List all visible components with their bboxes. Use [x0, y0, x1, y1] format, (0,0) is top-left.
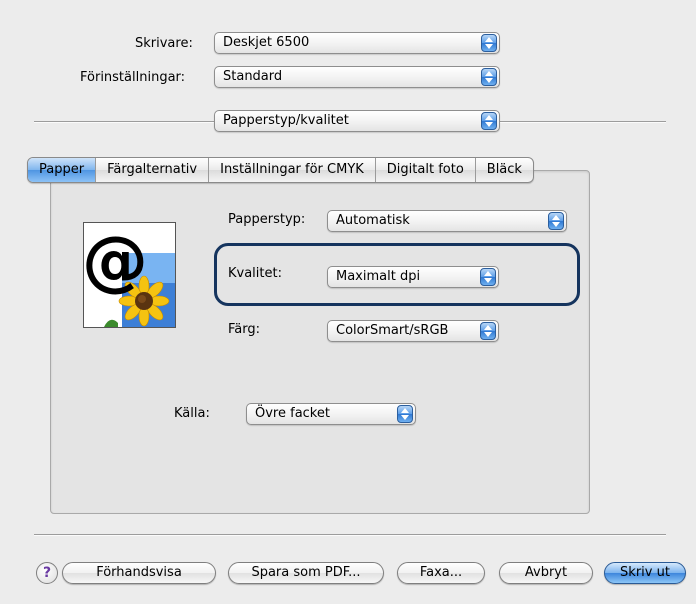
print-button[interactable]: Skriv ut: [604, 562, 686, 584]
pane-select[interactable]: Papperstyp/kvalitet: [214, 110, 500, 132]
paper-type-value: Automatisk: [336, 213, 410, 228]
quality-label: Kvalitet:: [228, 266, 282, 281]
updown-arrows-icon: [481, 68, 497, 86]
separator-left: [34, 121, 214, 123]
at-sign-sunflower-icon: @: [84, 223, 175, 327]
tab-installningar-cmyk[interactable]: Inställningar för CMYK: [208, 158, 375, 182]
cancel-button[interactable]: Avbryt: [499, 562, 593, 584]
color-value: ColorSmart/sRGB: [336, 323, 449, 338]
updown-arrows-icon: [548, 212, 564, 230]
updown-arrows-icon: [397, 405, 413, 423]
help-button[interactable]: ?: [36, 562, 58, 584]
tab-black[interactable]: Bläck: [474, 158, 533, 182]
paper-preview-image: @: [83, 222, 176, 328]
tab-papper[interactable]: Papper: [28, 158, 96, 182]
presets-label: Förinställningar:: [80, 70, 186, 85]
source-value: Övre facket: [255, 406, 330, 421]
fax-button[interactable]: Faxa...: [397, 562, 485, 584]
preview-button[interactable]: Förhandsvisa: [62, 562, 216, 584]
color-label: Färg:: [228, 322, 260, 337]
printer-value: Deskjet 6500: [223, 35, 310, 50]
printer-label: Skrivare:: [135, 36, 193, 51]
pane-value: Papperstyp/kvalitet: [223, 113, 349, 128]
source-select[interactable]: Övre facket: [246, 403, 416, 425]
save-pdf-button[interactable]: Spara som PDF...: [228, 562, 384, 584]
tab-bar: Papper Färgalternativ Inställningar för …: [27, 157, 534, 183]
printer-select[interactable]: Deskjet 6500: [214, 32, 500, 54]
paper-type-select[interactable]: Automatisk: [327, 210, 567, 232]
updown-arrows-icon: [480, 268, 496, 286]
updown-arrows-icon: [481, 34, 497, 52]
tab-fargalternativ[interactable]: Färgalternativ: [95, 158, 208, 182]
presets-select[interactable]: Standard: [214, 66, 500, 88]
quality-select[interactable]: Maximalt dpi: [327, 266, 499, 288]
tab-digitalt-foto[interactable]: Digitalt foto: [374, 158, 475, 182]
separator-right: [500, 121, 666, 123]
updown-arrows-icon: [480, 322, 496, 340]
color-select[interactable]: ColorSmart/sRGB: [327, 320, 499, 342]
svg-text:@: @: [84, 223, 148, 299]
source-label: Källa:: [174, 406, 210, 421]
quality-value: Maximalt dpi: [336, 269, 421, 284]
updown-arrows-icon: [481, 112, 497, 130]
presets-value: Standard: [223, 69, 283, 84]
bottom-separator: [34, 534, 666, 536]
paper-type-label: Papperstyp:: [228, 212, 306, 227]
